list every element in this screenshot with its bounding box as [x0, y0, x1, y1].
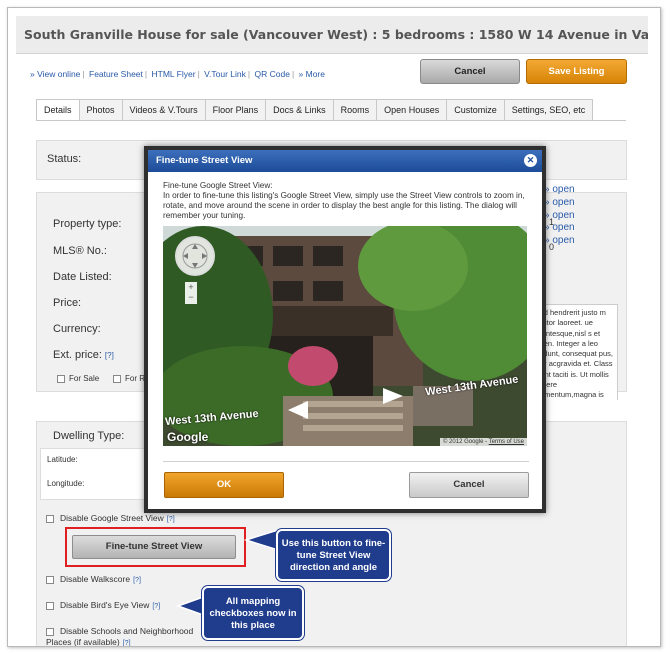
for-rent-checkbox[interactable] [113, 375, 121, 383]
listing-links: » View online | Feature Sheet | HTML Flyer… [30, 69, 325, 79]
disable-schools-checkbox[interactable] [46, 627, 54, 636]
page-title: South Granville House for sale (Vancouve… [24, 27, 648, 42]
feature-sheet-link[interactable]: Feature Sheet [89, 69, 143, 79]
ok-button[interactable]: OK [164, 472, 284, 498]
vtour-link[interactable]: V.Tour Link [204, 69, 246, 79]
tab-videos[interactable]: Videos & V.Tours [121, 99, 206, 120]
tab-bar: Details Photos Videos & V.Tours Floor Pl… [36, 99, 594, 120]
latitude-label: Latitude: [47, 455, 78, 464]
tab-docs-links[interactable]: Docs & Links [265, 99, 334, 120]
count-value: 0 [549, 242, 555, 252]
ext-price-label: Ext. price: [?] [53, 349, 114, 361]
more-link[interactable]: » More [299, 69, 325, 79]
longitude-label: Longitude: [47, 479, 85, 488]
tab-rooms[interactable]: Rooms [332, 99, 378, 120]
separator: | [247, 69, 251, 79]
tab-open-houses[interactable]: Open Houses [376, 99, 448, 120]
disable-birds-eye-label: Disable Bird's Eye View [60, 600, 150, 610]
highlight-box [65, 527, 246, 567]
separator: | [197, 69, 200, 79]
tab-settings[interactable]: Settings, SEO, etc [503, 99, 594, 120]
disable-walkscore-label: Disable Walkscore [60, 574, 131, 584]
tab-floor-plans[interactable]: Floor Plans [204, 99, 267, 120]
dialog-cancel-button[interactable]: Cancel [409, 472, 529, 498]
map-copyright: © 2012 Google - Terms of Use [439, 438, 527, 446]
dialog-instructions: Fine-tune Google Street View: In order t… [163, 181, 531, 221]
dialog-divider [163, 461, 529, 462]
dialog-title: Fine-tune Street View [156, 155, 253, 166]
separator: | [144, 69, 148, 79]
date-listed-label: Date Listed: [53, 271, 112, 283]
dialog-body: In order to fine-tune this listing's Goo… [163, 191, 525, 220]
help-link[interactable]: [?] [130, 576, 141, 584]
disable-street-view-checkbox[interactable] [46, 514, 54, 523]
disable-street-view-option: Disable Google Street View [?] [46, 513, 175, 523]
for-sale-label: For Sale [69, 374, 100, 383]
disable-walkscore-option: Disable Walkscore [?] [46, 574, 141, 584]
for-sale-checkbox[interactable] [57, 375, 65, 383]
open-link[interactable]: » open [544, 184, 575, 197]
disable-schools-option: Disable Schools and Neighborhood Places … [46, 626, 206, 646]
dwelling-type-label: Dwelling Type: [53, 430, 125, 442]
disable-birds-eye-checkbox[interactable] [46, 601, 54, 610]
zoom-control[interactable]: + − [185, 282, 197, 304]
tab-customize[interactable]: Customize [446, 99, 505, 120]
street-view-panorama[interactable]: + − West 13th Avenue West 13th Avenue Go… [163, 226, 527, 446]
view-online-link[interactable]: » View online [30, 69, 80, 79]
compass-icon [182, 243, 208, 269]
count-values: 1 0 [549, 210, 554, 260]
mls-number-label: MLS® No.: [53, 245, 107, 257]
price-label: Price: [53, 297, 82, 309]
close-icon[interactable]: ✕ [524, 154, 537, 167]
disable-birds-eye-option: Disable Bird's Eye View [?] [46, 600, 160, 610]
fine-tune-callout: Use this button to fine-tune Street View… [276, 529, 391, 581]
status-label: Status: [47, 153, 82, 165]
street-view-pan-control[interactable] [175, 236, 215, 276]
copyright-text: © 2012 Google - [442, 439, 488, 445]
separator: | [82, 69, 85, 79]
separator: | [291, 69, 295, 79]
zoom-in-icon[interactable]: + [185, 282, 197, 292]
google-logo: Google [167, 430, 209, 444]
cancel-button[interactable]: Cancel [420, 59, 520, 84]
property-type-label: Property type: [53, 218, 122, 230]
disable-walkscore-checkbox[interactable] [46, 575, 54, 584]
tab-details[interactable]: Details [36, 99, 80, 120]
disable-street-view-label: Disable Google Street View [60, 513, 164, 523]
help-link[interactable]: [?] [149, 602, 160, 610]
html-flyer-link[interactable]: HTML Flyer [151, 69, 195, 79]
count-value: 1 [549, 217, 555, 227]
help-link[interactable]: [?] [102, 351, 114, 360]
dialog-intro: Fine-tune Google Street View: [163, 181, 273, 190]
title-bar: South Granville House for sale (Vancouve… [16, 16, 648, 54]
dialog-header: Fine-tune Street View ✕ [148, 150, 542, 172]
save-listing-button[interactable]: Save Listing [526, 59, 627, 84]
currency-label: Currency: [53, 323, 101, 335]
tab-photos[interactable]: Photos [78, 99, 123, 120]
fine-tune-dialog: Fine-tune Street View ✕ Fine-tune Google… [144, 146, 546, 513]
terms-of-use-link[interactable]: Terms of Use [489, 439, 524, 445]
help-link[interactable]: [?] [120, 639, 131, 646]
tab-divider [36, 120, 626, 121]
open-link[interactable]: » open [544, 197, 575, 210]
mapping-callout: All mapping checkboxes now in this place [202, 586, 304, 640]
qr-code-link[interactable]: QR Code [255, 69, 290, 79]
screenshot-frame: South Granville House for sale (Vancouve… [7, 7, 661, 647]
help-link[interactable]: [?] [164, 515, 175, 523]
zoom-out-icon[interactable]: − [185, 292, 197, 302]
ext-price-text: Ext. price: [53, 349, 102, 361]
